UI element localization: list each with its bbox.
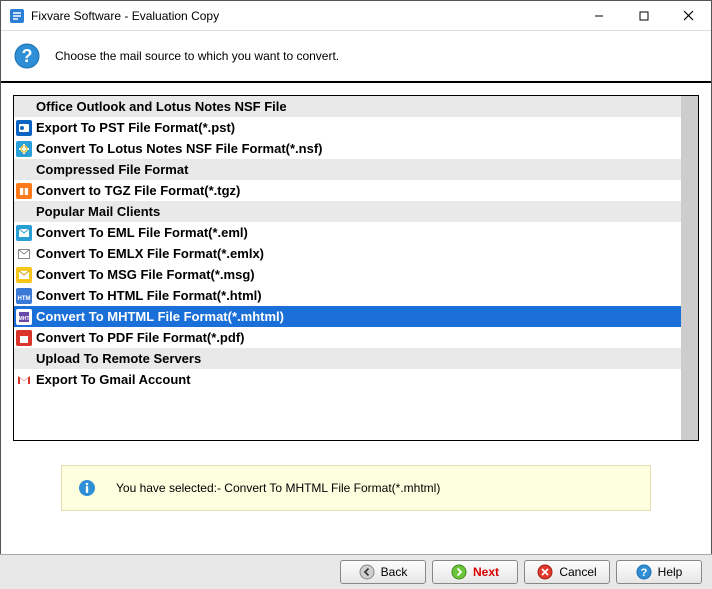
list-option[interactable]: Convert To PDF File Format(*.pdf) bbox=[14, 327, 681, 348]
back-button[interactable]: Back bbox=[340, 560, 426, 584]
minimize-button[interactable] bbox=[576, 1, 621, 31]
header-prompt: Choose the mail source to which you want… bbox=[55, 49, 339, 63]
list-option[interactable]: Convert To Lotus Notes NSF File Format(*… bbox=[14, 138, 681, 159]
list-category: Compressed File Format bbox=[14, 159, 681, 180]
mhtml-icon: MHT bbox=[16, 309, 32, 325]
list-item-label: Convert To Lotus Notes NSF File Format(*… bbox=[36, 141, 323, 156]
footer: Back Next Cancel ? Help bbox=[0, 554, 712, 589]
list-item-label: Office Outlook and Lotus Notes NSF File bbox=[36, 99, 287, 114]
list-option[interactable]: Convert To EML File Format(*.eml) bbox=[14, 222, 681, 243]
list-category: Office Outlook and Lotus Notes NSF File bbox=[14, 96, 681, 117]
list-option[interactable]: HTM Convert To HTML File Format(*.html) bbox=[14, 285, 681, 306]
close-button[interactable] bbox=[666, 1, 711, 31]
html-icon: HTM bbox=[16, 288, 32, 304]
list-category: Upload To Remote Servers bbox=[14, 348, 681, 369]
app-icon bbox=[9, 8, 25, 24]
selection-info-text: You have selected:- Convert To MHTML Fil… bbox=[116, 481, 440, 495]
format-list: Office Outlook and Lotus Notes NSF File E… bbox=[13, 95, 699, 441]
list-item-label: Convert To MSG File Format(*.msg) bbox=[36, 267, 255, 282]
list-item-label: Compressed File Format bbox=[36, 162, 188, 177]
list-item-label: Popular Mail Clients bbox=[36, 204, 160, 219]
svg-text:MHT: MHT bbox=[19, 316, 30, 322]
pdf-icon bbox=[16, 330, 32, 346]
cancel-button[interactable]: Cancel bbox=[524, 560, 610, 584]
eml-icon bbox=[16, 225, 32, 241]
help-icon: ? bbox=[636, 564, 652, 580]
list-option[interactable]: Export To PST File Format(*.pst) bbox=[14, 117, 681, 138]
next-arrow-icon bbox=[451, 564, 467, 580]
list-category: Popular Mail Clients bbox=[14, 201, 681, 222]
scrollbar[interactable] bbox=[681, 96, 698, 440]
tgz-icon bbox=[16, 183, 32, 199]
question-icon: ? bbox=[13, 42, 41, 70]
cancel-button-label: Cancel bbox=[559, 565, 596, 579]
list-item-label: Convert To MHTML File Format(*.mhtml) bbox=[36, 309, 284, 324]
cancel-icon bbox=[537, 564, 553, 580]
list-option[interactable]: Convert To MSG File Format(*.msg) bbox=[14, 264, 681, 285]
titlebar: Fixvare Software - Evaluation Copy bbox=[1, 1, 711, 31]
help-button[interactable]: ? Help bbox=[616, 560, 702, 584]
gmail-icon bbox=[16, 372, 32, 388]
next-button-label: Next bbox=[473, 565, 499, 579]
list-item-label: Export To PST File Format(*.pst) bbox=[36, 120, 235, 135]
list-item-label: Convert To EML File Format(*.eml) bbox=[36, 225, 248, 240]
body: Office Outlook and Lotus Notes NSF File E… bbox=[1, 83, 711, 523]
window-title: Fixvare Software - Evaluation Copy bbox=[31, 9, 576, 23]
scrollbar-thumb[interactable] bbox=[682, 96, 698, 440]
nsf-icon bbox=[16, 141, 32, 157]
next-button[interactable]: Next bbox=[432, 560, 518, 584]
list-item-label: Convert To HTML File Format(*.html) bbox=[36, 288, 262, 303]
back-button-label: Back bbox=[381, 565, 408, 579]
list-option[interactable]: Convert To EMLX File Format(*.emlx) bbox=[14, 243, 681, 264]
selection-info-bar: You have selected:- Convert To MHTML Fil… bbox=[61, 465, 651, 511]
outlook-icon bbox=[16, 120, 32, 136]
list-option[interactable]: Export To Gmail Account bbox=[14, 369, 681, 390]
help-button-label: Help bbox=[658, 565, 683, 579]
msg-icon bbox=[16, 267, 32, 283]
list-option[interactable]: Convert to TGZ File Format(*.tgz) bbox=[14, 180, 681, 201]
svg-text:?: ? bbox=[22, 46, 33, 66]
svg-text:?: ? bbox=[640, 567, 647, 579]
list-item-label: Export To Gmail Account bbox=[36, 372, 191, 387]
list-item-label: Convert to TGZ File Format(*.tgz) bbox=[36, 183, 240, 198]
info-icon bbox=[78, 479, 96, 497]
emlx-icon bbox=[16, 246, 32, 262]
maximize-button[interactable] bbox=[621, 1, 666, 31]
list-item-label: Convert To EMLX File Format(*.emlx) bbox=[36, 246, 264, 261]
list-item-label: Convert To PDF File Format(*.pdf) bbox=[36, 330, 244, 345]
list-item-label: Upload To Remote Servers bbox=[36, 351, 201, 366]
list-option[interactable]: MHT Convert To MHTML File Format(*.mhtml) bbox=[14, 306, 681, 327]
back-arrow-icon bbox=[359, 564, 375, 580]
svg-text:HTM: HTM bbox=[18, 296, 31, 302]
header: ? Choose the mail source to which you wa… bbox=[1, 31, 711, 83]
